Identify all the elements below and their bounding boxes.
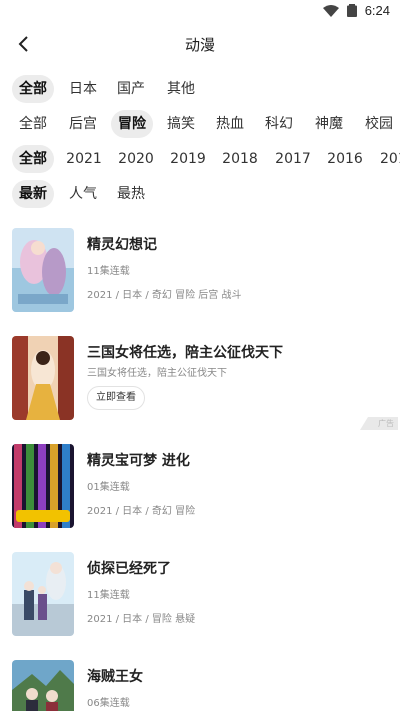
filter-genre-school[interactable]: 校园 [362,110,396,138]
item-title: 海贼王女 [87,669,143,685]
filter-genre-adventure[interactable]: 冒险 [111,110,153,138]
sort-hottest[interactable]: 最热 [114,180,148,208]
filter-year-2019[interactable]: 2019 [170,145,206,173]
item-meta: 2021 / 日本 / 奇幻 冒险 [87,506,196,517]
list-item[interactable]: 精灵宝可梦 进化 01集连载 2021 / 日本 / 奇幻 冒险 [0,444,400,530]
ad-badge: 广告 [360,417,398,430]
filter-year-2017[interactable]: 2017 [275,145,311,173]
item-meta: 2021 / 日本 / 奇幻 冒险 后宫 战斗 [87,290,242,301]
cover-image [12,444,74,528]
item-title: 侦探已经死了 [87,561,171,577]
sort-popular[interactable]: 人气 [66,180,100,208]
header: 动漫 [0,24,400,64]
item-episodes: 11集连载 [87,266,130,277]
item-episodes: 06集连载 [87,698,130,709]
filter-year-2016[interactable]: 2016 [327,145,363,173]
sort-latest[interactable]: 最新 [12,180,54,208]
list-item[interactable]: 侦探已经死了 11集连载 2021 / 日本 / 冒险 悬疑 [0,552,400,638]
filter-genre-all[interactable]: 全部 [12,110,54,138]
filter-genre-fantasy[interactable]: 神魔 [312,110,346,138]
filter-year-2018[interactable]: 2018 [222,145,258,173]
ad-cover-image [12,336,74,420]
list-item[interactable]: 精灵幻想记 11集连载 2021 / 日本 / 奇幻 冒险 后宫 战斗 [0,228,400,314]
item-title: 精灵幻想记 [87,237,157,253]
cover-image [12,660,74,711]
filter-year-all[interactable]: 全部 [12,145,54,173]
filter-genre-comedy[interactable]: 搞笑 [164,110,198,138]
filter-genre-harem[interactable]: 后宫 [66,110,100,138]
filter-region-japan[interactable]: 日本 [66,75,100,103]
status-time: 6:24 [364,3,390,18]
status-bar: 6:24 [0,0,400,24]
item-episodes: 01集连载 [87,482,130,493]
filter-region-other[interactable]: 其他 [164,75,198,103]
filter-region-all[interactable]: 全部 [12,75,54,103]
filter-row-year: 全部 2021 2020 2019 2018 2017 2016 201 [0,145,400,173]
page-title: 动漫 [184,36,215,54]
wifi-icon [322,4,339,17]
item-episodes: 11集连载 [87,590,130,601]
ad-title: 三国女将任选，陪主公征伐天下 [87,345,283,361]
ad-item[interactable]: 三国女将任选，陪主公征伐天下 三国女将任选，陪主公征伐天下 立即查看 广告 [0,336,400,430]
cover-image [12,552,74,636]
filter-row-sort: 最新 人气 最热 [0,180,400,208]
status-icons: 6:24 [322,3,390,18]
battery-icon [346,4,357,17]
cover-image [12,228,74,312]
item-title: 精灵宝可梦 进化 [87,453,190,469]
view-now-button[interactable]: 立即查看 [87,386,145,410]
filter-year-partial[interactable]: 201 [380,145,400,173]
list-item[interactable]: 海贼王女 06集连载 [0,660,400,711]
ad-description: 三国女将任选，陪主公征伐天下 [87,368,227,379]
filter-genre-scifi[interactable]: 科幻 [262,110,296,138]
filter-row-region: 全部 日本 国产 其他 [0,75,400,103]
filter-year-2020[interactable]: 2020 [118,145,154,173]
filter-row-genre: 全部 后宫 冒险 搞笑 热血 科幻 神魔 校园 [0,110,400,138]
filter-year-2021[interactable]: 2021 [66,145,102,173]
item-meta: 2021 / 日本 / 冒险 悬疑 [87,614,196,625]
filter-genre-action[interactable]: 热血 [213,110,247,138]
filter-region-china[interactable]: 国产 [114,75,148,103]
